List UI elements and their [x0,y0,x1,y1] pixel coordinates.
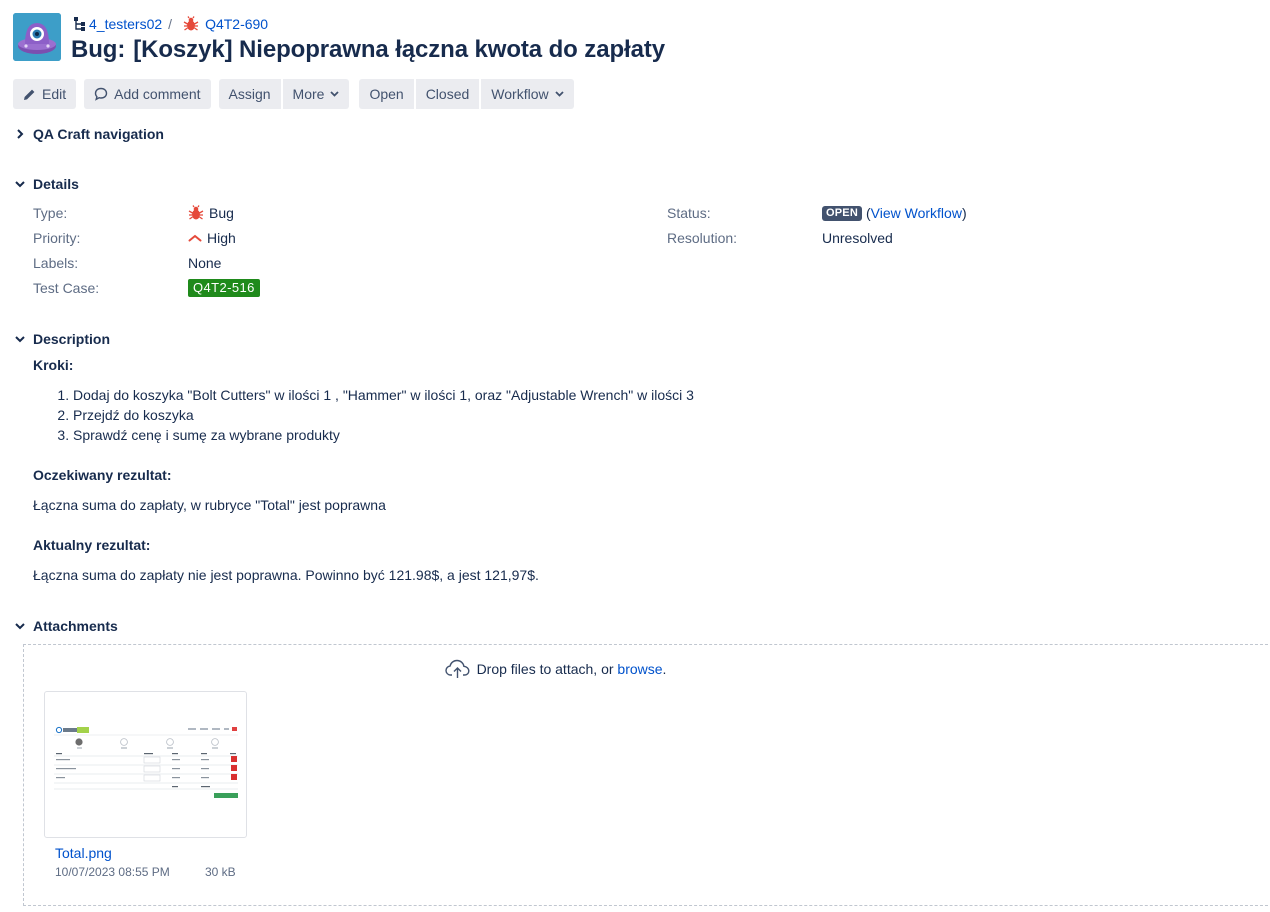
issue-toolbar: Edit Add comment Assign More Open Closed [13,79,584,109]
description-body[interactable]: Kroki: Dodaj do koszyka "Bolt Cutters" w… [33,355,1233,585]
edit-button-label: Edit [42,86,67,102]
qa-craft-navigation-heading: QA Craft navigation [33,126,164,142]
view-workflow-close-paren: ) [961,205,967,221]
type-value: Bug [188,203,234,223]
description-heading: Description [33,331,111,347]
priority-value: High [188,228,236,248]
breadcrumb-issue-key-link[interactable]: Q4T2-690 [205,16,268,32]
closed-transition-button[interactable]: Closed [415,79,480,109]
description-section-toggle[interactable]: Description [13,330,110,348]
open-button-label: Open [369,86,404,102]
more-dropdown-button[interactable]: More [282,79,350,109]
breadcrumb: 4_testers02 / Q4T2-690 [73,15,268,33]
issue-summary[interactable]: Bug: [Koszyk] Niepoprawna łączna kwota do… [71,36,665,64]
drop-instructions: Drop files to attach, or browse. [24,659,1087,679]
steps-list: Dodaj do koszyka "Bolt Cutters" w ilości… [73,385,1233,445]
bug-icon [188,205,204,221]
test-case-badge[interactable]: Q4T2-516 [188,279,260,297]
type-value-text: Bug [209,205,234,221]
attachment-date: 10/07/2023 08:55 PM [55,865,170,879]
attachments-heading: Attachments [33,618,118,634]
chevron-down-icon [13,619,27,633]
expected-text: Łączna suma do zapłaty, w rubryce "Total… [33,497,386,513]
attachment-drop-zone[interactable]: Drop files to attach, or browse. Total.p… [23,644,1270,906]
steps-heading: Kroki: [33,357,74,373]
workflow-button-label: Workflow [491,86,549,102]
chevron-down-icon [330,91,340,97]
drop-text: Drop files to attach, or [476,661,614,677]
assign-button-label: Assign [228,86,271,102]
breadcrumb-project-link[interactable]: 4_testers02 [89,16,162,32]
assign-button[interactable]: Assign [218,79,281,109]
cloud-upload-icon [444,659,470,679]
chevron-down-icon [554,91,564,97]
priority-label: Priority: [33,230,81,246]
resolution-label: Resolution: [667,230,738,246]
labels-label: Labels: [33,255,79,271]
add-comment-button-label: Add comment [114,86,201,102]
details-section-toggle[interactable]: Details [13,175,79,193]
chevron-down-icon [13,332,27,346]
attachment-thumbnail-image [54,725,238,801]
chevron-right-icon [13,127,27,141]
breadcrumb-separator: / [168,16,173,32]
issue-type-prefix: Bug: [71,36,126,63]
drop-text-end: . [662,661,667,677]
issue-summary-text: [Koszyk] Niepoprawna łączna kwota do zap… [133,36,665,63]
edit-button[interactable]: Edit [13,79,77,109]
actual-text: Łączna suma do zapłaty nie jest poprawna… [33,567,539,583]
status-lozenge: OPEN [822,205,862,221]
step-item: Dodaj do koszyka "Bolt Cutters" w ilości… [73,385,1233,405]
test-case-value: Q4T2-516 [188,278,260,298]
view-workflow-link[interactable]: View Workflow [871,203,962,223]
bug-icon [182,16,200,32]
priority-high-icon [188,233,202,243]
closed-button-label: Closed [425,86,470,102]
more-button-label: More [292,86,325,102]
attachments-section-toggle[interactable]: Attachments [13,617,118,635]
details-heading: Details [33,176,79,192]
attachment-size: 30 kB [205,865,236,879]
issue-header: 4_testers02 / Q4T2-690 Bug: [Koszyk] Niep… [13,12,1253,68]
details-panel: Type: Bug Priority: High Labels: None Te… [33,203,1253,303]
project-tree-icon [73,16,87,32]
add-comment-button[interactable]: Add comment [84,79,211,109]
step-item: Przejdź do koszyka [73,405,1233,425]
priority-value-text: High [207,230,236,246]
chevron-down-icon [13,177,27,191]
resolution-value: Unresolved [822,230,893,246]
type-label: Type: [33,205,68,221]
attachment-file-name-link[interactable]: Total.png [55,845,112,861]
status-label: Status: [667,205,711,221]
labels-value: None [188,255,222,271]
actual-heading: Aktualny rezultat: [33,537,151,553]
project-avatar[interactable] [13,13,61,61]
comment-icon [94,87,108,101]
open-transition-button[interactable]: Open [359,79,414,109]
test-case-label: Test Case: [33,280,100,296]
browse-link[interactable]: browse [617,661,662,677]
expected-heading: Oczekiwany rezultat: [33,467,172,483]
step-item: Sprawdź cenę i sumę za wybrane produkty [73,425,1233,445]
attachment-thumbnail-card[interactable] [44,691,247,838]
status-value: OPEN (View Workflow) [822,203,967,223]
pencil-icon [23,88,36,101]
workflow-dropdown-button[interactable]: Workflow [481,79,574,109]
qa-craft-navigation-toggle[interactable]: QA Craft navigation [13,125,164,143]
